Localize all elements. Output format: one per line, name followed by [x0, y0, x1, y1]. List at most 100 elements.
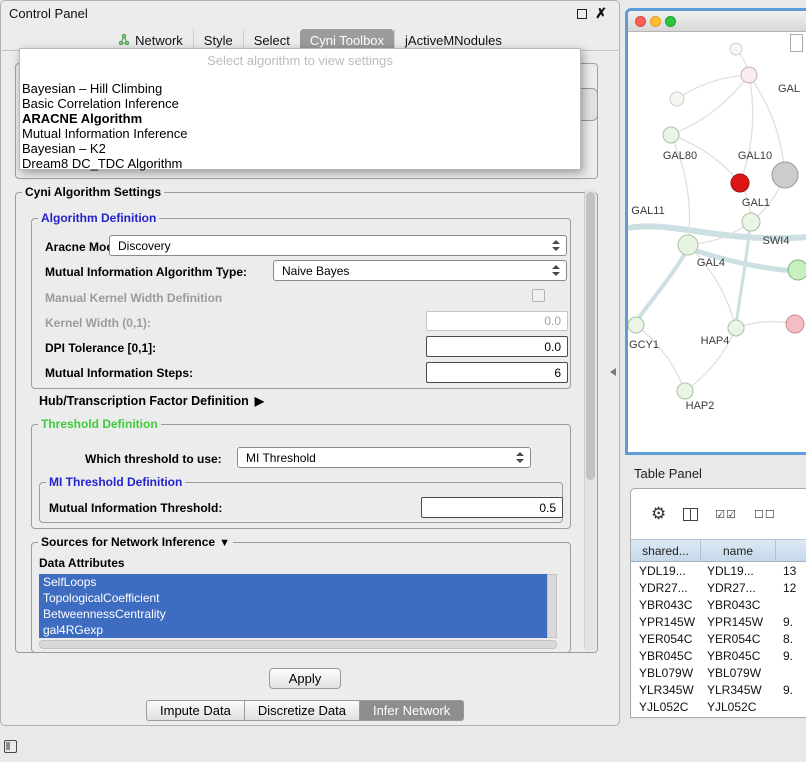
algorithm-option-basic-correlation-inference[interactable]: Basic Correlation Inference [20, 96, 580, 111]
which-threshold-label: Which threshold to use: [85, 452, 222, 466]
attribute-item-selfloops[interactable]: SelfLoops [39, 574, 547, 590]
column-header-name[interactable]: name [701, 540, 776, 561]
column-header-2[interactable] [776, 540, 806, 561]
mi-threshold-title: MI Threshold Definition [46, 475, 185, 489]
hub-definition-toggle[interactable]: Hub/Transcription Factor Definition▶ [39, 394, 264, 408]
apply-button[interactable]: Apply [269, 668, 341, 689]
network-edge[interactable] [636, 325, 685, 391]
columns-icon[interactable] [683, 508, 698, 521]
tab-label: Cyni Toolbox [310, 33, 384, 48]
gcy1-node[interactable] [628, 317, 644, 333]
gal10-red-node[interactable] [731, 174, 749, 192]
algorithm-option-dream8-dc-tdc-algorithm[interactable]: Dream8 DC_TDC Algorithm [20, 156, 580, 171]
list-vertical-scrollbar[interactable] [547, 574, 557, 638]
kernel-width-field[interactable]: 0.0 [426, 311, 568, 331]
kernel-width-label: Kernel Width (0,1): [45, 316, 151, 330]
panel-resize-arrow[interactable] [610, 368, 616, 376]
mi-type-select[interactable]: Naive Bayes [273, 260, 567, 281]
network-edge-wide[interactable] [736, 227, 750, 324]
network-edge[interactable] [671, 75, 749, 135]
bright-green-node[interactable] [788, 260, 806, 280]
data-attributes-list[interactable]: SelfLoopsTopologicalCoefficientBetweenne… [39, 574, 547, 638]
zoom-traffic-icon[interactable] [665, 16, 676, 27]
table-cell: 8. [776, 632, 806, 646]
pink-node[interactable] [786, 315, 804, 333]
table-body: YDL19...YDL19...13YDR27...YDR27...12YBR0… [631, 562, 806, 715]
network-edge[interactable] [677, 75, 749, 99]
network-toolbar-fragment[interactable] [790, 34, 803, 52]
table-cell: YBL079W [631, 666, 701, 680]
window-title: Control Panel [9, 6, 88, 21]
algorithm-option-aracne-algorithm[interactable]: ARACNE Algorithm [20, 111, 580, 126]
attribute-item-betweennesscentrality[interactable]: BetweennessCentrality [39, 606, 547, 622]
table-row[interactable]: YBL079WYBL079W [631, 664, 806, 681]
table-cell: YBL079W [701, 666, 776, 680]
aracne-mode-value: Discovery [118, 239, 171, 253]
tab-label: Style [204, 33, 233, 48]
network-edge-wide[interactable] [636, 252, 686, 322]
minimize-traffic-icon[interactable] [650, 16, 661, 27]
select-all-checkboxes-icon[interactable]: ☑☑ [715, 508, 737, 521]
manual-kernel-checkbox[interactable] [532, 289, 545, 302]
dock-panel-icon[interactable] [4, 740, 17, 753]
close-traffic-icon[interactable] [635, 16, 646, 27]
hap4-node[interactable] [728, 320, 744, 336]
list-horizontal-scrollbar[interactable] [39, 640, 557, 649]
hap2-node[interactable] [677, 383, 693, 399]
bottom-tab-discretize-data[interactable]: Discretize Data [245, 700, 360, 721]
table-row[interactable]: YJL052CYJL052C [631, 698, 806, 715]
aracne-mode-select[interactable]: Discovery [109, 235, 567, 256]
column-header-shared-[interactable]: shared... [631, 540, 701, 561]
node-label-gal10: GAL10 [738, 150, 772, 162]
scrollbar-thumb[interactable] [586, 192, 595, 480]
sources-title[interactable]: Sources for Network Inference▼ [38, 535, 233, 549]
faint-node-b[interactable] [730, 43, 742, 55]
table-cell: 12 [776, 581, 806, 595]
float-window-icon[interactable] [577, 9, 587, 19]
gal80-node[interactable] [663, 127, 679, 143]
table-cell: YBR043C [701, 598, 776, 612]
tab-label: Network [135, 33, 183, 48]
table-cell: YLR345W [631, 683, 701, 697]
collapsed-arrow-icon: ▶ [255, 394, 264, 408]
close-icon[interactable]: ✗ [595, 5, 607, 22]
gal1-node[interactable] [742, 213, 760, 231]
table-row[interactable]: YBR043CYBR043C [631, 596, 806, 613]
gear-icon[interactable]: ⚙ [651, 504, 666, 524]
table-panel-window: ⚙ ☑☑ ☐☐ shared...name YDL19...YDL19...13… [630, 488, 806, 718]
faint-pink-node[interactable] [741, 67, 757, 83]
mi-steps-field[interactable]: 6 [426, 362, 568, 383]
attribute-item-topologicalcoefficient[interactable]: TopologicalCoefficient [39, 590, 547, 606]
algorithm-dropdown-popup: Select algorithm to view settingsBayesia… [19, 48, 581, 170]
algorithm-option-bayesian-hill-climbing[interactable]: Bayesian – Hill Climbing [20, 81, 580, 96]
which-threshold-select[interactable]: MI Threshold [237, 447, 531, 468]
mi-threshold-field[interactable]: 0.5 [421, 497, 563, 518]
table-row[interactable]: YLR345WYLR345W9. [631, 681, 806, 698]
table-toolbar: ⚙ ☑☑ ☐☐ [631, 489, 806, 539]
algorithm-option-mutual-information-inference[interactable]: Mutual Information Inference [20, 126, 580, 141]
node-label-gal1: GAL1 [742, 197, 770, 209]
attribute-item-gal4rgexp[interactable]: gal4RGexp [39, 622, 547, 638]
dpi-tolerance-field[interactable]: 0.0 [426, 336, 568, 357]
table-row[interactable]: YDL19...YDL19...13 [631, 562, 806, 579]
bottom-tab-infer-network[interactable]: Infer Network [360, 700, 464, 721]
table-row[interactable]: YDR27...YDR27...12 [631, 579, 806, 596]
node-label-gal80: GAL80 [663, 150, 697, 162]
network-titlebar [628, 11, 806, 32]
bottom-tab-impute-data[interactable]: Impute Data [146, 700, 245, 721]
table-cell: 13 [776, 564, 806, 578]
table-row[interactable]: YER054CYER054C8. [631, 630, 806, 647]
dpi-tolerance-label: DPI Tolerance [0,1]: [45, 341, 156, 355]
network-icon [118, 34, 130, 46]
table-cell: 9. [776, 683, 806, 697]
algorithm-option-bayesian-k2[interactable]: Bayesian – K2 [20, 141, 580, 156]
faint-node-a[interactable] [670, 92, 684, 106]
network-edge[interactable] [740, 75, 753, 183]
gal4-node[interactable] [678, 235, 698, 255]
network-canvas[interactable]: GALGAL80GAL10GAL11GAL1SWI4GAL4GCY1HAP4HA… [628, 32, 806, 452]
gray-node[interactable] [772, 162, 798, 188]
settings-scrollbar[interactable] [584, 189, 596, 651]
table-row[interactable]: YPR145WYPR145W9. [631, 613, 806, 630]
deselect-checkboxes-icon[interactable]: ☐☐ [754, 508, 776, 521]
table-row[interactable]: YBR045CYBR045C9. [631, 647, 806, 664]
